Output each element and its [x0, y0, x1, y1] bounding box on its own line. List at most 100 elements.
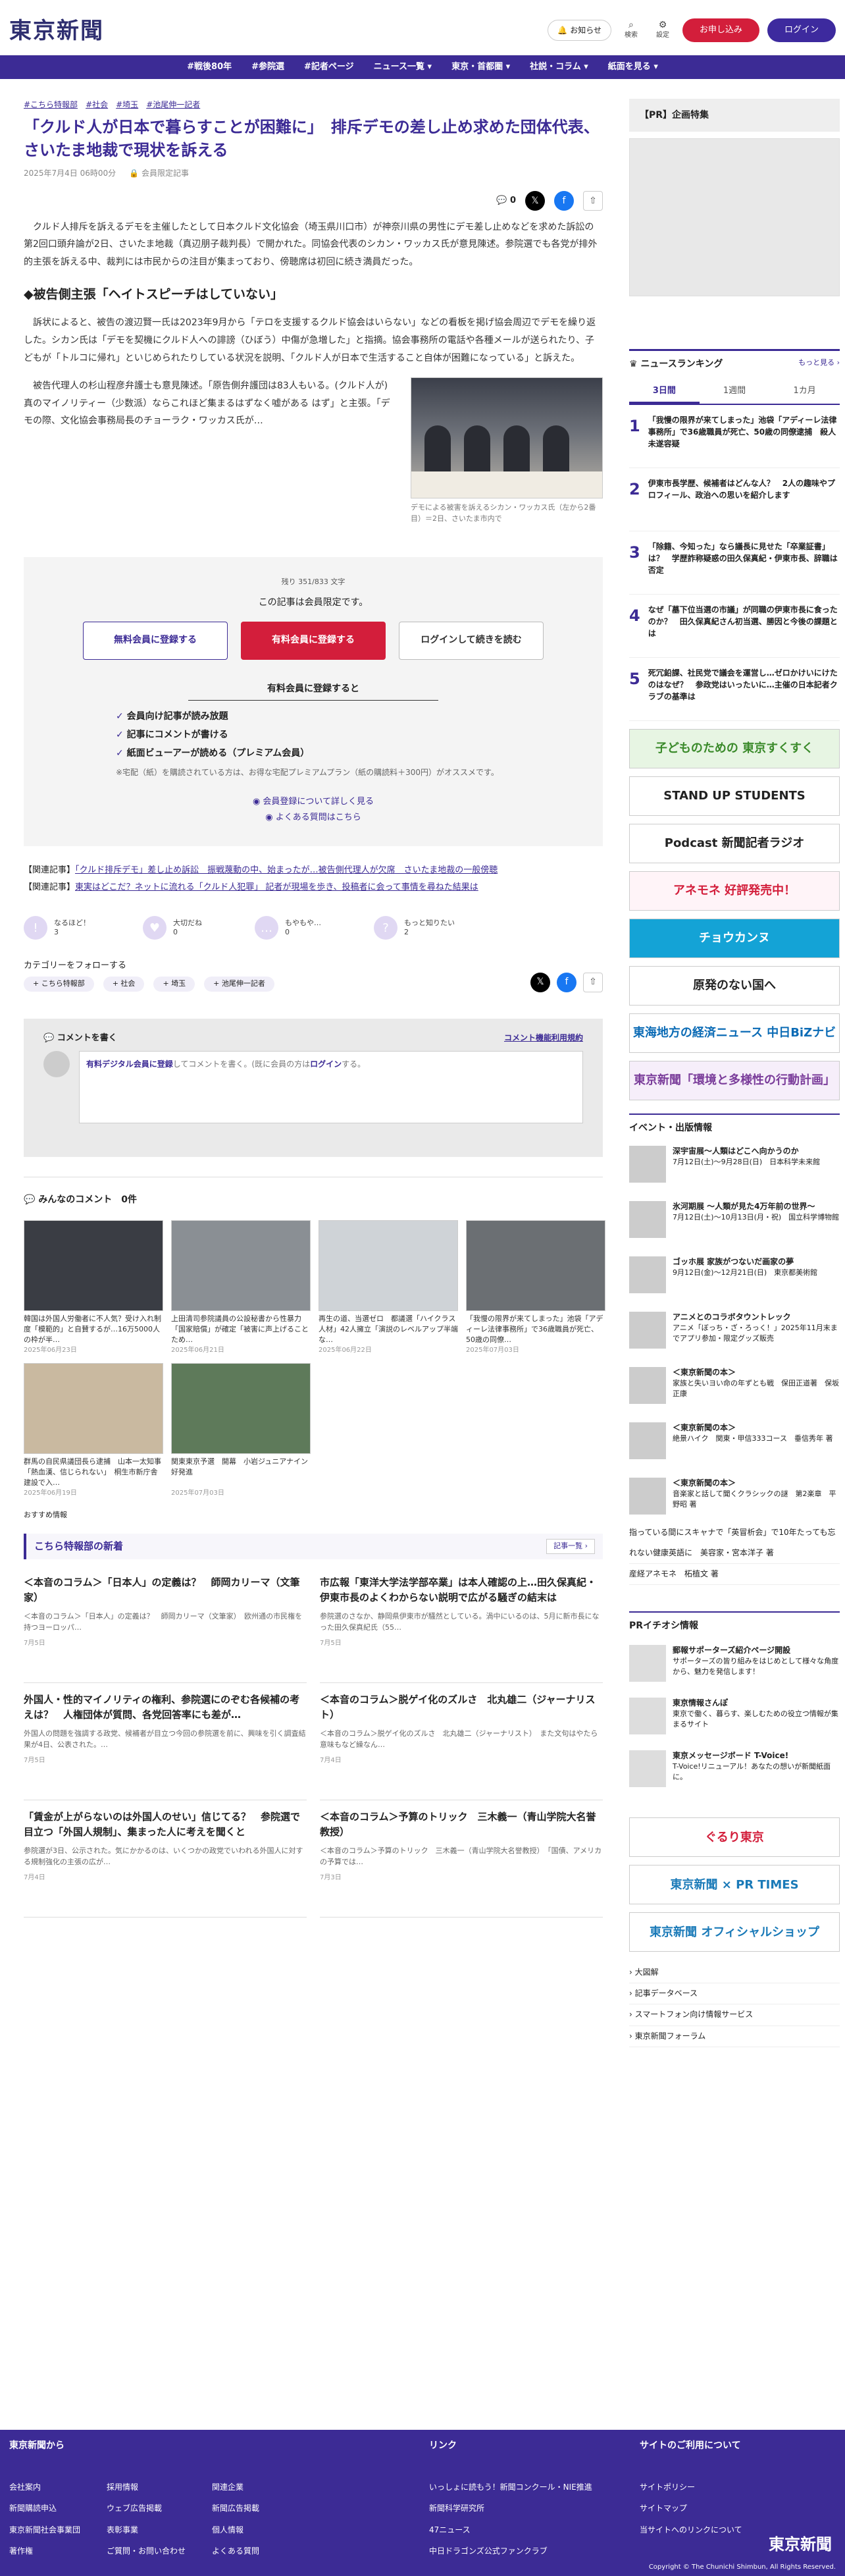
x-share-icon[interactable]: 𝕏	[525, 191, 545, 211]
related-link[interactable]: 東実はどこだ？ネットに流れる「クルド人犯罪」 記者が現場を歩き、投稿者に会って事…	[75, 882, 478, 892]
reaction-button[interactable]: ! なるほど！ 3	[24, 916, 90, 940]
login-button[interactable]: ログイン	[767, 18, 836, 42]
footer-link[interactable]: 表彰事業	[107, 2519, 186, 2540]
event-item[interactable]: ＜東京新聞の本＞ 音楽家と話して聞くクラシックの謎 第2楽章 平野昭 著	[629, 1477, 840, 1522]
site-logo[interactable]: 東京新聞	[9, 14, 104, 48]
free-register-button[interactable]: 無料会員に登録する	[83, 621, 228, 660]
follow-tag-button[interactable]: + 埼玉	[153, 977, 195, 992]
search-button[interactable]: ⌕ 検索	[619, 20, 643, 40]
settings-button[interactable]: ⚙ 設定	[651, 20, 675, 40]
event-link[interactable]: 産経アネモネ 柘植文 著	[629, 1564, 840, 1586]
ranking-tab[interactable]: 1週間	[700, 381, 770, 404]
news-card[interactable]: 「賃金が上がらないのは外国人のせい」信じてる？ 参院選で目立つ「外国人規制」、集…	[24, 1800, 307, 1918]
ranking-item[interactable]: 4 なぜ「墓下位当選の市議」が同職の伊東市長に食ったのか？ 田久保真紀さん初当選、…	[629, 595, 840, 658]
sidebar-banner[interactable]: Podcast 新聞記者ラジオ	[629, 823, 840, 863]
thumb-card[interactable]: 「我慢の限界が来てしまった」池袋「アディーレ法律事務所」で36歳職員が死亡、50…	[466, 1220, 605, 1355]
footer-link[interactable]: 47ニュース	[429, 2519, 592, 2540]
ranking-tab[interactable]: 1カ月	[769, 381, 840, 404]
event-item[interactable]: ＜東京新聞の本＞ 絶景ハイク 関東・甲信333コース 垂信秀年 著	[629, 1422, 840, 1467]
login-continue-button[interactable]: ログインして続きを読む	[399, 621, 544, 660]
pr-item[interactable]: 東京情報さんぽ 東京で働く、暮らす、楽しむための役立つ情報が集まるサイト	[629, 1698, 840, 1738]
article-figure[interactable]: デモによる被害を訴えるシカン・ワッカス氏（左から2番目）＝2日、さいたま市内で	[411, 377, 603, 524]
kokoban-more-button[interactable]: 記事一覧 ›	[546, 1539, 595, 1554]
ranking-item[interactable]: 3 「除籍、今知った」なら議長に見せた「卒業証書」は？ 学歴詐称疑惑の田久保真紀・…	[629, 531, 840, 595]
thumb-card[interactable]: 上田清司参院議員の公設秘書から性暴力「国家賠償」が確定「被害に声上げることため……	[171, 1220, 311, 1355]
follow-tag-button[interactable]: + こちら特報部	[24, 977, 94, 992]
comment-input[interactable]: 有料デジタル会員に登録してコメントを書く。(既に会員の方はログインする。	[79, 1051, 583, 1124]
nav-item[interactable]: #記者ページ	[304, 61, 354, 74]
footer-link[interactable]: 著作権	[9, 2540, 80, 2562]
thumb-card[interactable]: 群馬の自民県議団長ら逮捕 山本一太知事「熱血漢、信じられない」 桐生市新庁舎建設…	[24, 1362, 163, 1498]
article-tag[interactable]: #社会	[86, 99, 108, 111]
nav-item[interactable]: #参院選	[251, 61, 284, 74]
sidebar-banner[interactable]: 東京新聞 オフィシャルショップ	[629, 1912, 840, 1952]
membership-details-link[interactable]: ◉ 会員登録について詳しく見る	[50, 794, 576, 811]
related-link[interactable]: 「クルド排斥デモ」差し止め訴訟 振戦蔑動の中、始まったが…被告側代理人が欠席 さ…	[75, 865, 498, 875]
paid-register-button[interactable]: 有料会員に登録する	[241, 621, 386, 660]
ranking-tab[interactable]: 3日間	[629, 381, 700, 404]
article-tag[interactable]: #埼玉	[116, 99, 138, 111]
nav-item[interactable]: 紙面を見る ▾	[608, 61, 658, 74]
sidebar-link[interactable]: › 東京新聞フォーラム	[629, 2026, 840, 2047]
nav-item[interactable]: 社説・コラム ▾	[530, 61, 588, 74]
footer-link[interactable]: よくある質問	[212, 2540, 259, 2562]
sidebar-banner[interactable]: 原発のない国へ	[629, 965, 840, 1006]
news-card[interactable]: 市広報「東洋大学法学部卒業」は本人確認の上…田久保真紀・伊東市長のよくわからない…	[320, 1566, 603, 1683]
reaction-button[interactable]: … もやもや… 0	[255, 916, 321, 940]
footer-link[interactable]: 東京新聞社会事業団	[9, 2519, 80, 2540]
footer-link[interactable]: ウェブ広告掲載	[107, 2498, 186, 2519]
register-link[interactable]: 有料デジタル会員に登録	[86, 1060, 173, 1069]
share-icon[interactable]: ⇧	[583, 972, 603, 992]
nav-item[interactable]: ニュース一覧 ▾	[374, 61, 432, 74]
footer-link[interactable]: 個人情報	[212, 2519, 259, 2540]
sidebar-link[interactable]: › スマートフォン向け情報サービス	[629, 2004, 840, 2026]
sidebar-banner[interactable]: ぐるり東京	[629, 1817, 840, 1858]
sidebar-banner[interactable]: チョウカンヌ	[629, 918, 840, 958]
footer-link[interactable]: 会社案内	[9, 2477, 80, 2498]
footer-link[interactable]: 新聞広告掲載	[212, 2498, 259, 2519]
event-item[interactable]: ゴッホ展 家族がつないだ画家の夢 9月12日(金)〜12月21日(日) 東京都美術…	[629, 1256, 840, 1301]
event-item[interactable]: 氷河期展 〜人類が見た4万年前の世界〜 7月12日(土)〜10月13日(月・祝) …	[629, 1200, 840, 1246]
ranking-more-link[interactable]: もっと見る ›	[798, 358, 840, 371]
footer-link[interactable]: 採用情報	[107, 2477, 186, 2498]
sidebar-link[interactable]: › 記事データベース	[629, 1983, 840, 2005]
reaction-button[interactable]: ♥ 大切だね 0	[143, 916, 202, 940]
footer-link[interactable]: 新聞科学研究所	[429, 2498, 592, 2519]
comment-count[interactable]: 💬 0	[496, 194, 516, 207]
ad-slot[interactable]	[629, 138, 840, 296]
sidebar-banner[interactable]: STAND UP STUDENTS	[629, 776, 840, 816]
nav-item[interactable]: #戦後80年	[187, 61, 232, 74]
ranking-item[interactable]: 1 「我慢の限界が来てしまった」池袋「アディーレ法律事務所」で36歳職員が死亡、5…	[629, 405, 840, 468]
facebook-share-icon[interactable]: f	[554, 191, 574, 211]
thumb-card[interactable]: 再生の道、当選ゼロ 都議選「ハイクラス人材」42人擁立「演説のレベルアップ半端な…	[319, 1220, 458, 1355]
news-card[interactable]: ＜本音のコラム＞脱ゲイ化のズルさ 北丸雄二（ジャーナリスト） ＜本音のコラム＞脱ゲ…	[320, 1683, 603, 1800]
ranking-item[interactable]: 5 死冗鉛課、社民党で議会を運営し…ゼロかけいにけたのはなぜ？ 参政党はいったいに…	[629, 658, 840, 721]
faq-link[interactable]: ◉ よくある質問はこちら	[50, 810, 576, 826]
footer-link[interactable]: 当サイトへのリンクについて	[640, 2519, 742, 2540]
sidebar-banner[interactable]: 東京新聞「環境と多様性の行動計画」	[629, 1060, 840, 1100]
footer-link[interactable]: サイトマップ	[640, 2498, 742, 2519]
ranking-item[interactable]: 2 伊東市長学歴、候補者はどんな人？ 2人の趣味やプロフィール、政治への思いを紹介…	[629, 468, 840, 531]
pr-item[interactable]: 郵報サポーターズ紹介ページ開設 サポーターズの皆り組みをはじめとして様々な角度から…	[629, 1645, 840, 1686]
footer-link[interactable]: いっしょに読もう！新聞コンクール・NIE推進	[429, 2477, 592, 2498]
event-item[interactable]: 深宇宙展〜人類はどこへ向かうのか 7月12日(土)〜9月28日(日) 日本科学未来…	[629, 1145, 840, 1191]
footer-link[interactable]: サイトポリシー	[640, 2477, 742, 2498]
footer-link[interactable]: 関連企業	[212, 2477, 259, 2498]
x-share-icon[interactable]: 𝕏	[530, 972, 550, 992]
footer-link[interactable]: ご質問・お問い合わせ	[107, 2540, 186, 2562]
follow-tag-button[interactable]: + 社会	[103, 977, 145, 992]
news-card[interactable]: 外国人・性的マイノリティの権利、参院選にのぞむ各候補の考えは？ 人権団体が質問、…	[24, 1683, 307, 1800]
share-icon[interactable]: ⇧	[583, 191, 603, 211]
thumb-card[interactable]: 韓国は外国人労働者に不人気？受け入れ制度「模範的」と自賛するが…16万5000人…	[24, 1220, 163, 1355]
event-link[interactable]: 指っている間にスキャナで「英冒析会」で10年たっても忘れない健康英語に 美容家・…	[629, 1522, 840, 1564]
nav-item[interactable]: 東京・首都圏 ▾	[451, 61, 510, 74]
event-item[interactable]: ＜東京新聞の本＞ 家族と失いヨい命の年ずとも戦 保田正道著 保坂正康	[629, 1366, 840, 1412]
notice-button[interactable]: 🔔 お知らせ	[548, 19, 611, 41]
news-card[interactable]: ＜本音のコラム＞予算のトリック 三木義一（青山学院大名誉教授） ＜本音のコラム＞予…	[320, 1800, 603, 1918]
facebook-share-icon[interactable]: f	[557, 972, 576, 992]
footer-link[interactable]: 新聞購読申込	[9, 2498, 80, 2519]
sidebar-banner[interactable]: アネモネ 好評発売中！	[629, 871, 840, 911]
thumb-card[interactable]: 関東東京予選 開幕 小岩ジュニアナイン好発進 2025年07月03日	[171, 1362, 311, 1498]
article-tag[interactable]: #池尾伸一記者	[146, 99, 200, 111]
comment-rules-link[interactable]: コメント機能利用規約	[504, 1032, 583, 1045]
